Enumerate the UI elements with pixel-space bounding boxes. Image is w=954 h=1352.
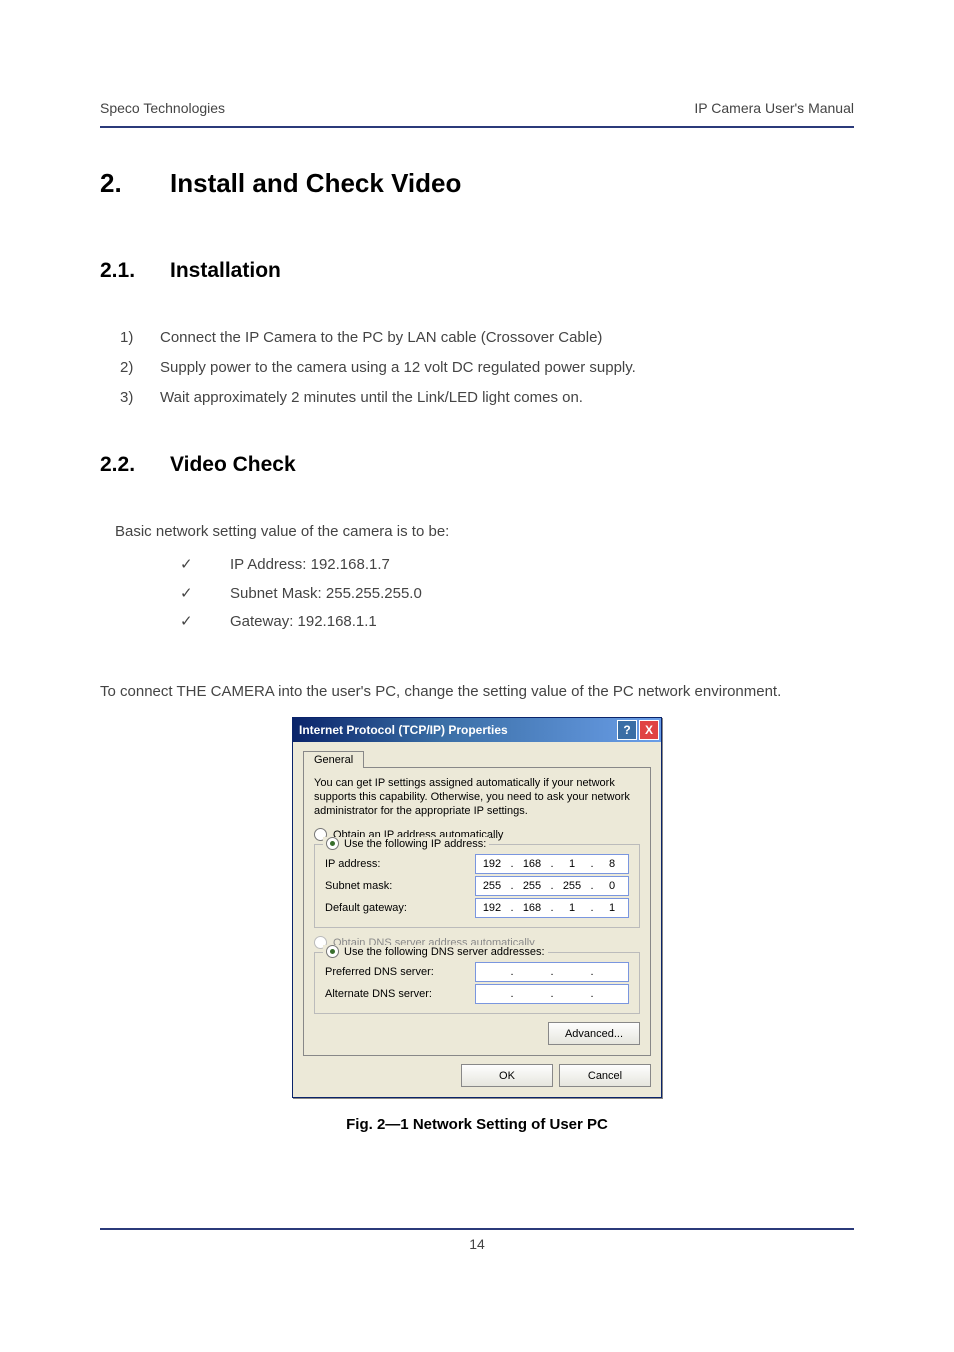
body-paragraph: To connect THE CAMERA into the user's PC…: [100, 677, 854, 707]
default-gateway-input[interactable]: 192. 168. 1. 1: [475, 898, 629, 918]
chapter-number: 2.: [100, 168, 170, 199]
alternate-dns-label: Alternate DNS server:: [325, 988, 475, 1000]
chapter-title: Install and Check Video: [170, 168, 461, 198]
list-item: ✓Gateway: 192.168.1.1: [100, 608, 854, 637]
chapter-heading: 2.Install and Check Video: [100, 168, 854, 199]
page-header: Speco Technologies IP Camera User's Manu…: [100, 100, 854, 128]
page-footer: 14: [100, 1228, 854, 1252]
check-icon: ✓: [180, 608, 230, 637]
list-item: 2)Supply power to the camera using a 12 …: [100, 353, 854, 383]
section-heading: 2.2.Video Check: [100, 453, 854, 477]
default-gateway-label: Default gateway:: [325, 902, 475, 914]
advanced-button[interactable]: Advanced...: [548, 1022, 640, 1045]
dialog-title: Internet Protocol (TCP/IP) Properties: [299, 723, 617, 737]
preferred-dns-input[interactable]: . . .: [475, 962, 629, 982]
subnet-mask-input[interactable]: 255. 255. 255. 0: [475, 876, 629, 896]
list-item: ✓Subnet Mask: 255.255.255.0: [100, 580, 854, 609]
page-number: 14: [469, 1236, 485, 1252]
list-item: ✓IP Address: 192.168.1.7: [100, 551, 854, 580]
check-icon: ✓: [180, 551, 230, 580]
header-right: IP Camera User's Manual: [694, 100, 854, 116]
section-title: Video Check: [170, 453, 296, 476]
radio-use-following-ip[interactable]: Use the following IP address:: [344, 838, 486, 850]
dns-group: Use the following DNS server addresses: …: [314, 952, 640, 1014]
header-left: Speco Technologies: [100, 100, 225, 116]
installation-steps: 1)Connect the IP Camera to the PC by LAN…: [100, 323, 854, 413]
section-title: Installation: [170, 259, 281, 282]
radio-icon[interactable]: [326, 945, 339, 958]
dialog-figure: Internet Protocol (TCP/IP) Properties ? …: [100, 717, 854, 1099]
dialog-description: You can get IP settings assigned automat…: [314, 776, 640, 819]
check-icon: ✓: [180, 580, 230, 609]
section-heading: 2.1.Installation: [100, 259, 854, 283]
alternate-dns-input[interactable]: . . .: [475, 984, 629, 1004]
radio-use-following-dns[interactable]: Use the following DNS server addresses:: [344, 946, 545, 958]
section-number: 2.2.: [100, 453, 170, 477]
tcpip-properties-dialog: Internet Protocol (TCP/IP) Properties ? …: [292, 717, 662, 1099]
tab-pane: You can get IP settings assigned automat…: [303, 767, 651, 1057]
list-item: 3)Wait approximately 2 minutes until the…: [100, 383, 854, 413]
network-values: ✓IP Address: 192.168.1.7 ✓Subnet Mask: 2…: [100, 551, 854, 637]
ip-address-group: Use the following IP address: IP address…: [314, 844, 640, 928]
radio-icon[interactable]: [326, 837, 339, 850]
lead-text: Basic network setting value of the camer…: [115, 517, 854, 547]
cancel-button[interactable]: Cancel: [559, 1064, 651, 1087]
titlebar: Internet Protocol (TCP/IP) Properties ? …: [293, 718, 661, 742]
subnet-mask-label: Subnet mask:: [325, 880, 475, 892]
ip-address-input[interactable]: 192. 168. 1. 8: [475, 854, 629, 874]
help-icon[interactable]: ?: [617, 720, 637, 740]
ip-address-label: IP address:: [325, 858, 475, 870]
preferred-dns-label: Preferred DNS server:: [325, 966, 475, 978]
section-number: 2.1.: [100, 259, 170, 283]
tab-general[interactable]: General: [303, 751, 364, 768]
ok-button[interactable]: OK: [461, 1064, 553, 1087]
figure-caption: Fig. 2—1 Network Setting of User PC: [100, 1116, 854, 1133]
list-item: 1)Connect the IP Camera to the PC by LAN…: [100, 323, 854, 353]
close-icon[interactable]: X: [639, 720, 659, 740]
